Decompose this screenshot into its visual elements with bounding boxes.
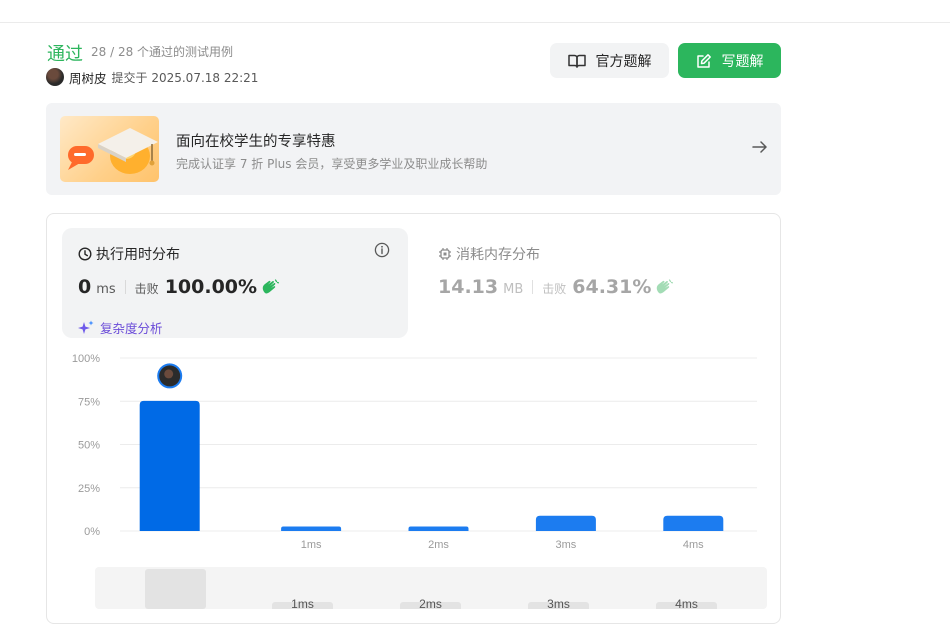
submit-time: 提交于 2025.07.18 22:21 xyxy=(111,70,259,85)
book-icon xyxy=(567,54,586,68)
info-icon[interactable] xyxy=(374,242,390,258)
student-promo-banner[interactable]: 面向在校学生的专享特惠 完成认证享 7 折 Plus 会员，享受更多学业及职业成… xyxy=(46,103,781,195)
user-position-avatar[interactable] xyxy=(157,363,183,389)
official-solution-button[interactable]: 官方题解 xyxy=(550,43,669,78)
divider xyxy=(532,280,534,294)
clap-icon xyxy=(657,279,674,294)
runtime-title-text: 执行用时分布 xyxy=(96,247,180,263)
promo-title: 面向在校学生的专享特惠 xyxy=(176,134,336,150)
x-tick-label: 2ms xyxy=(428,539,449,551)
performance-panel: 执行用时分布 0 ms 击败 100.00% 复杂度分析 消耗内存分布 14.1… xyxy=(46,213,781,624)
memory-metric: 14.13 MB 击败 64.31% xyxy=(438,276,674,298)
y-tick-label: 0% xyxy=(84,526,100,538)
chart-bar[interactable] xyxy=(663,515,724,531)
write-solution-button[interactable]: 写题解 xyxy=(678,43,781,78)
memory-title[interactable]: 消耗内存分布 xyxy=(438,244,540,264)
range-selector-handle[interactable] xyxy=(145,569,206,609)
x-tick-label: 1ms xyxy=(301,539,322,551)
runtime-beats-label: 击败 xyxy=(134,282,159,296)
memory-beats-pct: 64.31% xyxy=(572,276,652,298)
submission-status: 通过 xyxy=(47,44,83,65)
clock-icon xyxy=(78,247,92,261)
runtime-beats-pct: 100.00% xyxy=(164,276,258,298)
user-name[interactable]: 周树皮 xyxy=(69,68,107,87)
memory-value: 14.13 xyxy=(438,276,499,298)
official-solution-label: 官方题解 xyxy=(595,53,652,70)
chart-bar[interactable] xyxy=(535,515,596,531)
memory-beats-label: 击败 xyxy=(542,282,567,296)
runtime-title: 执行用时分布 xyxy=(78,244,180,264)
runtime-value: 0 xyxy=(78,276,92,298)
y-tick-label: 25% xyxy=(78,483,100,495)
test-cases-count: 28 / 28 个通过的测试用例 xyxy=(91,45,234,59)
y-tick-label: 100% xyxy=(72,353,100,365)
avatar-detail xyxy=(164,369,174,379)
memory-unit: MB xyxy=(503,282,524,297)
complexity-analysis-link[interactable]: 复杂度分析 xyxy=(78,318,163,337)
runtime-unit: ms xyxy=(96,282,116,297)
x-tick-label: 3ms xyxy=(556,539,577,551)
navigator-label: 1ms xyxy=(291,597,314,609)
chart-bar[interactable] xyxy=(408,526,469,531)
user-avatar[interactable] xyxy=(46,68,64,86)
chip-icon xyxy=(439,248,451,260)
navigator-label: 2ms xyxy=(419,597,442,609)
top-bar xyxy=(0,0,950,23)
runtime-card[interactable]: 执行用时分布 0 ms 击败 100.00% 复杂度分析 xyxy=(62,228,408,338)
y-tick-label: 75% xyxy=(78,396,100,408)
divider xyxy=(124,280,126,294)
chart-bar[interactable] xyxy=(281,526,342,531)
navigator-label: 4ms xyxy=(675,597,698,609)
runtime-distribution-chart[interactable]: 0% 25% 50% 75% 100% 1ms 2ms 3ms 4ms xyxy=(47,344,780,564)
graduation-cap-illustration xyxy=(60,116,159,182)
sparkle-icon xyxy=(78,320,94,334)
navigator-label: 3ms xyxy=(547,597,570,609)
chart-bar[interactable] xyxy=(139,400,200,531)
edit-icon xyxy=(696,53,711,68)
complexity-label: 复杂度分析 xyxy=(100,321,163,336)
submitter-info: 周树皮 提交于 2025.07.18 22:21 xyxy=(46,68,258,86)
chart-range-navigator[interactable]: 1ms 2ms 3ms 4ms xyxy=(95,567,767,609)
x-tick-label: 4ms xyxy=(683,539,704,551)
write-solution-label: 写题解 xyxy=(721,53,764,70)
y-tick-label: 50% xyxy=(78,440,100,452)
memory-title-text: 消耗内存分布 xyxy=(456,247,540,263)
promo-subtitle: 完成认证享 7 折 Plus 会员，享受更多学业及职业成长帮助 xyxy=(176,157,488,171)
runtime-metric: 0 ms 击败 100.00% xyxy=(78,276,280,298)
arrow-right-icon[interactable] xyxy=(751,139,769,155)
clap-icon xyxy=(262,279,280,294)
